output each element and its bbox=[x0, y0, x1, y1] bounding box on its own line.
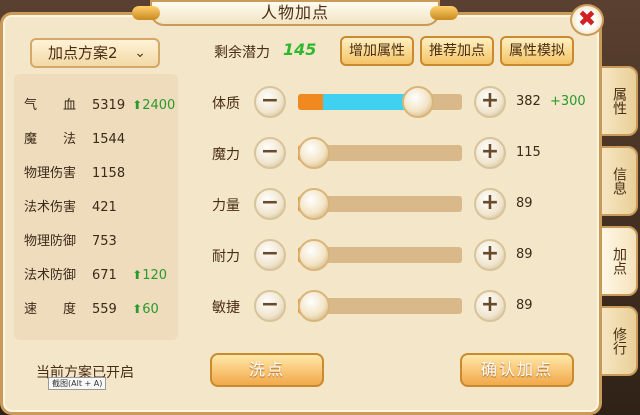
add-attribute-button[interactable]: 增加属性 bbox=[340, 36, 414, 66]
title-bar: 人物加点 bbox=[132, 0, 458, 26]
close-icon: ✖ bbox=[577, 7, 597, 32]
attribute-row-strength: 力量 − + 89 bbox=[210, 186, 590, 222]
decrease-button[interactable]: − bbox=[254, 137, 286, 169]
stat-row-magic-dmg: 法术伤害 421 bbox=[24, 196, 128, 216]
minus-icon: − bbox=[260, 190, 280, 215]
attribute-row-agility: 敏捷 − + 89 bbox=[210, 288, 590, 324]
stat-bonus: 60 bbox=[142, 302, 159, 317]
stat-value: 5319 bbox=[92, 98, 126, 113]
game-scene: 人物加点 ✖ 加点方案2 ⌄ 气 血 5319 ⬆2400 魔 法 1544 物理伤… bbox=[0, 0, 640, 415]
attribute-slider[interactable] bbox=[298, 239, 462, 271]
attribute-bonus: +300 bbox=[550, 94, 586, 109]
slider-handle[interactable] bbox=[298, 137, 330, 169]
remaining-points-value: 145 bbox=[283, 40, 317, 59]
attribute-value: 89 bbox=[516, 196, 533, 211]
arrow-up-icon: ⬆ bbox=[132, 98, 143, 112]
tab-add-points[interactable]: 加点 bbox=[600, 226, 638, 296]
arrow-up-icon: ⬆ bbox=[132, 302, 143, 316]
stat-row-phys-def: 物理防御 753 bbox=[24, 230, 128, 250]
stat-row-phys-dmg: 物理伤害 1158 bbox=[24, 162, 128, 182]
stat-name: 物理伤害 bbox=[24, 166, 77, 181]
decrease-button[interactable]: − bbox=[254, 239, 286, 271]
stat-bonus: 120 bbox=[142, 268, 168, 283]
decrease-button[interactable]: − bbox=[254, 86, 286, 118]
stat-row-mp: 魔 法 1544 bbox=[24, 128, 128, 148]
slider-handle[interactable] bbox=[298, 290, 330, 322]
minus-icon: − bbox=[260, 88, 280, 113]
attribute-slider[interactable] bbox=[298, 188, 462, 220]
stat-name: 速 度 bbox=[24, 302, 77, 317]
plan-select-label: 加点方案2 bbox=[48, 44, 118, 62]
decrease-button[interactable]: − bbox=[254, 188, 286, 220]
screenshot-tooltip: 截图(Alt + A) bbox=[48, 377, 107, 390]
tab-attributes[interactable]: 属性 bbox=[600, 66, 638, 136]
attribute-name: 体质 bbox=[212, 96, 240, 112]
stat-name: 魔 法 bbox=[24, 132, 77, 147]
close-button[interactable]: ✖ bbox=[570, 4, 604, 36]
stat-row-magic-def: 法术防御 671 ⬆120 bbox=[24, 264, 167, 284]
recommend-points-button[interactable]: 推荐加点 bbox=[420, 36, 494, 66]
plan-select-dropdown[interactable]: 加点方案2 ⌄ bbox=[30, 38, 160, 68]
minus-icon: − bbox=[260, 241, 280, 266]
stat-row-speed: 速 度 559 ⬆60 bbox=[24, 298, 159, 318]
attribute-name: 魔力 bbox=[212, 147, 240, 163]
minus-icon: − bbox=[260, 292, 280, 317]
title-ornament-right bbox=[430, 6, 458, 20]
attribute-value: 89 bbox=[516, 298, 533, 313]
attribute-name: 敏捷 bbox=[212, 300, 240, 316]
stats-panel: 气 血 5319 ⬆2400 魔 法 1544 物理伤害 1158 法术伤害 421 物… bbox=[14, 74, 178, 340]
reset-points-button[interactable]: 洗点 bbox=[210, 353, 324, 387]
simulate-attribute-button[interactable]: 属性模拟 bbox=[500, 36, 574, 66]
stat-name: 气 血 bbox=[24, 98, 77, 113]
stat-value: 421 bbox=[92, 200, 117, 215]
attribute-value: 382 bbox=[516, 94, 541, 109]
remaining-points-label: 剩余潜力 bbox=[214, 45, 270, 61]
stat-row-hp: 气 血 5319 ⬆2400 bbox=[24, 94, 175, 114]
slider-handle[interactable] bbox=[298, 239, 330, 271]
stat-value: 1158 bbox=[92, 166, 126, 181]
attribute-row-magic: 魔力 − + 115 bbox=[210, 135, 590, 171]
increase-button[interactable]: + bbox=[474, 239, 506, 271]
tab-info[interactable]: 信息 bbox=[600, 146, 638, 216]
base-fill bbox=[298, 94, 323, 110]
attribute-value: 89 bbox=[516, 247, 533, 262]
title-ornament-left bbox=[132, 6, 160, 20]
attribute-slider[interactable] bbox=[298, 290, 462, 322]
increase-button[interactable]: + bbox=[474, 188, 506, 220]
slider-handle[interactable] bbox=[402, 86, 434, 118]
stat-bonus: 2400 bbox=[142, 98, 176, 113]
stat-value: 559 bbox=[92, 302, 117, 317]
attribute-slider[interactable] bbox=[298, 137, 462, 169]
attribute-slider[interactable] bbox=[298, 86, 462, 118]
attribute-value: 115 bbox=[516, 145, 541, 160]
stat-name: 物理防御 bbox=[24, 234, 77, 249]
stat-name: 法术伤害 bbox=[24, 200, 77, 215]
stat-value: 753 bbox=[92, 234, 117, 249]
tab-cultivation[interactable]: 修行 bbox=[600, 306, 638, 376]
attribute-row-constitution: 体质 − + 382 +300 bbox=[210, 84, 590, 120]
plus-icon: + bbox=[480, 139, 500, 164]
panel-title: 人物加点 bbox=[260, 3, 329, 22]
slider-handle[interactable] bbox=[298, 188, 330, 220]
stat-value: 1544 bbox=[92, 132, 126, 147]
minus-icon: − bbox=[260, 139, 280, 164]
attribute-name: 力量 bbox=[212, 198, 240, 214]
increase-button[interactable]: + bbox=[474, 290, 506, 322]
stat-value: 671 bbox=[92, 268, 117, 283]
plus-icon: + bbox=[480, 292, 500, 317]
chevron-down-icon: ⌄ bbox=[134, 45, 146, 61]
stat-name: 法术防御 bbox=[24, 268, 77, 283]
increase-button[interactable]: + bbox=[474, 86, 506, 118]
increase-button[interactable]: + bbox=[474, 137, 506, 169]
plus-icon: + bbox=[480, 190, 500, 215]
decrease-button[interactable]: − bbox=[254, 290, 286, 322]
attribute-name: 耐力 bbox=[212, 249, 240, 265]
attribute-row-endurance: 耐力 − + 89 bbox=[210, 237, 590, 273]
plus-icon: + bbox=[480, 88, 500, 113]
confirm-points-button[interactable]: 确认加点 bbox=[460, 353, 574, 387]
plus-icon: + bbox=[480, 241, 500, 266]
arrow-up-icon: ⬆ bbox=[132, 268, 143, 282]
